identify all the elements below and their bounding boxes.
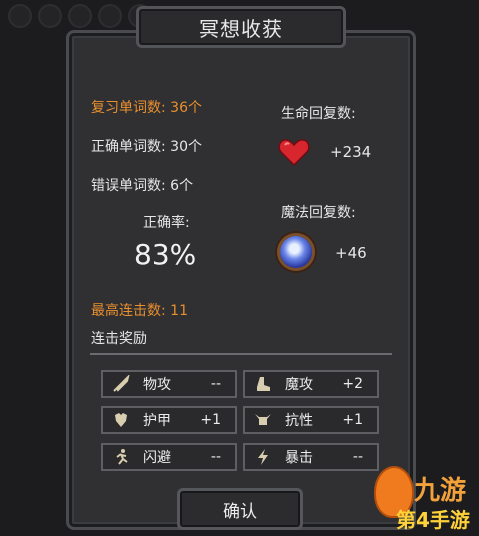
stat-value: +1 xyxy=(342,412,363,428)
confirm-button[interactable]: 确认 xyxy=(177,488,303,530)
background-icon xyxy=(98,4,122,28)
mp-recovery-value: +46 xyxy=(335,244,367,262)
stat-name: 护甲 xyxy=(143,413,171,429)
mana-orb-icon xyxy=(280,236,312,268)
lightning-icon xyxy=(253,447,273,467)
background-icon xyxy=(38,4,62,28)
wrong-words-label: 错误单词数: 6个 xyxy=(91,178,194,194)
watermark-line1: 九游 xyxy=(414,476,467,506)
stat-name: 抗性 xyxy=(285,413,313,429)
stat-resistance: 抗性 +1 xyxy=(243,406,379,434)
heart-icon xyxy=(278,139,310,167)
stat-dodge: 闪避 -- xyxy=(101,443,237,471)
stat-name: 魔攻 xyxy=(285,377,313,393)
stat-value: +2 xyxy=(342,376,363,392)
stat-name: 闪避 xyxy=(143,450,171,466)
sword-icon xyxy=(111,374,131,394)
stat-critical: 暴击 -- xyxy=(243,443,379,471)
hp-recovery-label: 生命回复数: xyxy=(281,106,356,122)
stat-value: -- xyxy=(210,376,221,392)
hp-recovery-value: +234 xyxy=(330,143,372,161)
horned-helmet-icon xyxy=(253,410,273,430)
correct-words-label: 正确单词数: 30个 xyxy=(91,139,202,155)
divider xyxy=(90,353,392,355)
background-icon xyxy=(68,4,92,28)
review-words-label: 复习单词数: 36个 xyxy=(91,100,202,116)
boot-icon xyxy=(253,374,273,394)
watermark-line2: 第4手游 xyxy=(396,508,470,532)
panel-title: 冥想收获 xyxy=(136,6,346,48)
stat-armor: 护甲 +1 xyxy=(101,406,237,434)
combo-reward-label: 连击奖励 xyxy=(91,331,147,347)
stat-magic-attack: 魔攻 +2 xyxy=(243,370,379,398)
running-figure-icon xyxy=(111,447,131,467)
accuracy-value: 83% xyxy=(134,238,197,271)
watermark-logo: 九游 第4手游 xyxy=(368,464,478,534)
background-icon xyxy=(8,4,32,28)
max-combo-label: 最高连击数: 11 xyxy=(91,303,188,319)
stat-name: 暴击 xyxy=(285,450,313,466)
stat-value: -- xyxy=(352,449,363,465)
stat-name: 物攻 xyxy=(143,377,171,393)
mp-recovery-label: 魔法回复数: xyxy=(281,205,356,221)
stat-physical-attack: 物攻 -- xyxy=(101,370,237,398)
accuracy-label: 正确率: xyxy=(143,215,190,231)
stat-value: +1 xyxy=(200,412,221,428)
armor-icon xyxy=(111,410,131,430)
stat-value: -- xyxy=(210,449,221,465)
